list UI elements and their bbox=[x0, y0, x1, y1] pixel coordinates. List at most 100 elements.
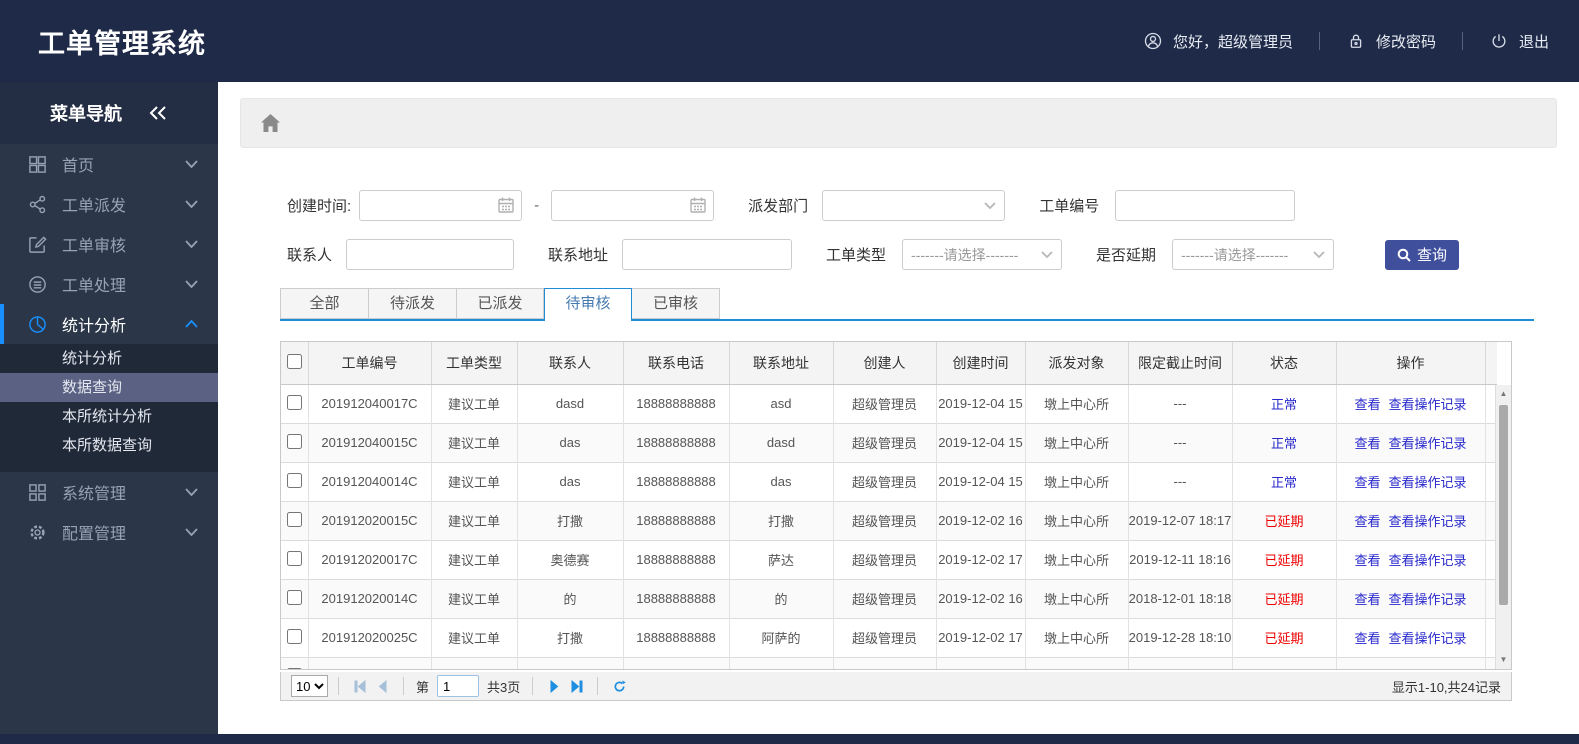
view-log-link[interactable]: 查看操作记录 bbox=[1389, 475, 1467, 490]
view-log-link[interactable]: 查看操作记录 bbox=[1389, 631, 1467, 646]
share-icon bbox=[29, 195, 46, 213]
view-log-link[interactable]: 查看操作记录 bbox=[1389, 514, 1467, 529]
view-log-link[interactable]: 查看操作记录 bbox=[1389, 553, 1467, 568]
change-password-button[interactable]: 修改密码 bbox=[1346, 31, 1436, 52]
table-row: 201912040015C 建议工单 das 18888888888 dasd 超级管理员… bbox=[281, 422, 1497, 462]
sidebar-item-config[interactable]: 配置管理 bbox=[0, 512, 218, 552]
row-checkbox[interactable] bbox=[286, 433, 302, 449]
divider bbox=[597, 677, 599, 695]
sidebar-collapse-button[interactable] bbox=[148, 105, 168, 121]
status-text: 已延期 bbox=[1231, 539, 1336, 579]
last-page-button[interactable] bbox=[565, 675, 587, 697]
last-page-icon bbox=[571, 679, 583, 693]
page-number-input[interactable] bbox=[437, 675, 480, 697]
tab-pending-dispatch[interactable]: 待派发 bbox=[368, 288, 456, 319]
chevron-down-icon bbox=[185, 488, 198, 496]
select-all-checkbox[interactable] bbox=[286, 353, 302, 369]
chevron-down-icon bbox=[1041, 251, 1053, 258]
scroll-up-arrow[interactable]: ▲ bbox=[1496, 387, 1511, 401]
order-no-label: 工单编号 bbox=[1039, 198, 1100, 215]
view-link[interactable]: 查看 bbox=[1354, 631, 1380, 646]
prev-page-button[interactable] bbox=[371, 675, 393, 697]
delay-select[interactable]: -------请选择------- bbox=[1172, 239, 1335, 270]
chevron-down-icon bbox=[185, 240, 198, 248]
submenu-item-local-statistics[interactable]: 本所统计分析 bbox=[0, 402, 218, 431]
tab-pending-review[interactable]: 待审核 bbox=[544, 288, 632, 321]
submenu-item-statistics-analysis[interactable]: 统计分析 bbox=[0, 344, 218, 373]
search-button[interactable]: 查询 bbox=[1385, 239, 1459, 270]
double-chevron-left-icon bbox=[149, 106, 166, 120]
row-checkbox[interactable] bbox=[286, 511, 302, 527]
row-checkbox[interactable] bbox=[286, 394, 302, 410]
table-scrollbar[interactable]: ▲ ▼ bbox=[1495, 385, 1511, 669]
first-page-icon bbox=[354, 679, 365, 693]
row-checkbox[interactable] bbox=[286, 472, 302, 488]
divider bbox=[403, 677, 404, 695]
row-checkbox[interactable] bbox=[286, 550, 302, 566]
tab-all[interactable]: 全部 bbox=[280, 288, 368, 319]
sidebar-item-process[interactable]: 工单处理 bbox=[0, 264, 218, 304]
submenu-item-data-query[interactable]: 数据查询 bbox=[0, 373, 218, 402]
next-page-icon bbox=[550, 679, 559, 693]
view-log-link[interactable]: 查看操作记录 bbox=[1389, 592, 1467, 607]
table-row-partial bbox=[281, 656, 1497, 669]
view-link[interactable]: 查看 bbox=[1354, 514, 1380, 529]
row-checkbox[interactable] bbox=[286, 628, 302, 644]
view-link[interactable]: 查看 bbox=[1354, 397, 1380, 412]
table-row: 201912040014C 建议工单 das 18888888888 das 超级管理员 2… bbox=[281, 461, 1497, 501]
status-tabs: 全部 待派发 已派发 待审核 已审核 bbox=[280, 288, 1534, 321]
chevron-down-icon bbox=[185, 200, 198, 208]
dept-label: 派发部门 bbox=[748, 198, 809, 215]
table-row: 201912040017C 建议工单 dasd 18888888888 asd 超级管理员… bbox=[281, 384, 1497, 423]
page-prefix: 第 bbox=[416, 679, 430, 695]
user-greeting[interactable]: 您好，超级管理员 bbox=[1143, 31, 1293, 52]
app-title: 工单管理系统 bbox=[38, 28, 206, 59]
row-checkbox[interactable] bbox=[286, 589, 302, 605]
power-icon bbox=[1492, 34, 1506, 48]
table-row: 201912020017C 建议工单 奥德赛 18888888888 萨达 超级管理员 20… bbox=[281, 539, 1497, 579]
logout-button[interactable]: 退出 bbox=[1489, 31, 1549, 52]
tab-reviewed[interactable]: 已审核 bbox=[632, 288, 720, 319]
search-icon bbox=[1397, 248, 1411, 262]
status-text: 正常 bbox=[1231, 422, 1336, 462]
view-link[interactable]: 查看 bbox=[1354, 592, 1380, 607]
sidebar-item-home[interactable]: 首页 bbox=[0, 144, 218, 184]
sidebar-item-review[interactable]: 工单审核 bbox=[0, 224, 218, 264]
divider bbox=[1461, 32, 1463, 50]
statistics-submenu: 统计分析 数据查询 本所统计分析 本所数据查询 bbox=[0, 344, 218, 472]
refresh-button[interactable] bbox=[608, 675, 630, 697]
sidebar-item-dispatch[interactable]: 工单派发 bbox=[0, 184, 218, 224]
chevron-up-icon bbox=[185, 320, 198, 328]
grid-icon bbox=[29, 155, 46, 173]
divider bbox=[1318, 32, 1320, 50]
sidebar-item-system[interactable]: 系统管理 bbox=[0, 472, 218, 512]
first-page-button[interactable] bbox=[349, 675, 371, 697]
status-text: 正常 bbox=[1231, 384, 1336, 423]
order-no-input[interactable] bbox=[1115, 190, 1296, 221]
tab-dispatched[interactable]: 已派发 bbox=[456, 288, 544, 319]
view-link[interactable]: 查看 bbox=[1354, 553, 1380, 568]
create-time-start-input[interactable] bbox=[359, 190, 523, 221]
submenu-item-local-data-query[interactable]: 本所数据查询 bbox=[0, 431, 218, 460]
view-link[interactable]: 查看 bbox=[1354, 436, 1380, 451]
view-log-link[interactable]: 查看操作记录 bbox=[1389, 397, 1467, 412]
next-page-button[interactable] bbox=[543, 675, 565, 697]
sidebar-item-statistics[interactable]: 统计分析 bbox=[0, 304, 218, 344]
contact-input[interactable] bbox=[346, 239, 515, 270]
view-link[interactable]: 查看 bbox=[1354, 475, 1380, 490]
row-checkbox[interactable] bbox=[286, 667, 302, 669]
lock-icon bbox=[1350, 34, 1362, 48]
scroll-down-arrow[interactable]: ▼ bbox=[1496, 653, 1511, 667]
pie-chart-icon bbox=[29, 315, 46, 333]
records-info: 显示1-10,共24记录 bbox=[1391, 679, 1501, 695]
order-type-select[interactable]: -------请选择------- bbox=[902, 239, 1063, 270]
scrollbar-thumb[interactable] bbox=[1499, 405, 1508, 605]
address-input[interactable] bbox=[622, 239, 793, 270]
view-log-link[interactable]: 查看操作记录 bbox=[1389, 436, 1467, 451]
create-time-end-input[interactable] bbox=[551, 190, 715, 221]
home-icon[interactable] bbox=[261, 114, 280, 132]
page-size-select[interactable]: 10 bbox=[291, 675, 328, 697]
app-header: 工单管理系统 您好，超级管理员 修改密码 退出 bbox=[0, 0, 1579, 82]
dept-select[interactable] bbox=[822, 190, 1006, 221]
gear-icon bbox=[30, 524, 45, 540]
